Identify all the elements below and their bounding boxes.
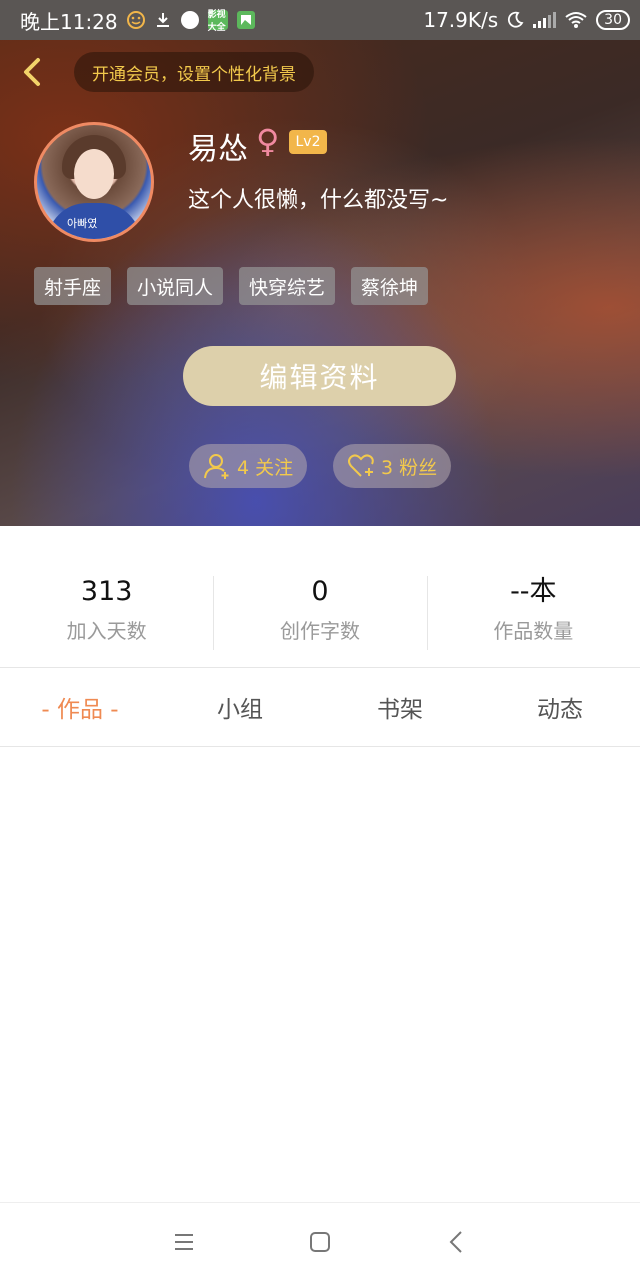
tab-works[interactable]: - 作品 - <box>0 668 160 746</box>
tab-bookshelf[interactable]: 书架 <box>320 668 480 746</box>
stat-words-written: 0 创作字数 <box>213 566 426 652</box>
stat-value: 313 <box>80 575 133 607</box>
tag[interactable]: 小说同人 <box>127 267 224 305</box>
download-icon <box>154 11 172 29</box>
app-notification-icon: 影视大全 <box>207 10 228 33</box>
profile-header: 开通会员，设置个性化背景 아빠였 易怂 ♀ Lv2 这个人很懒，什么都没写~ 射… <box>0 40 640 526</box>
vip-background-prompt[interactable]: 开通会员，设置个性化背景 <box>74 52 314 92</box>
profile-tabs: - 作品 - 小组 书架 动态 <box>0 668 640 746</box>
signal-icon <box>532 11 557 29</box>
tag[interactable]: 蔡徐坤 <box>351 267 429 305</box>
following-count: 4 关注 <box>237 456 294 479</box>
back-chevron-icon <box>24 58 40 86</box>
fans-button[interactable]: 3 粉丝 <box>333 444 452 488</box>
edit-profile-button[interactable]: 编辑资料 <box>183 346 456 406</box>
system-back-button[interactable] <box>438 1224 474 1260</box>
tag[interactable]: 射手座 <box>34 267 112 305</box>
tab-groups[interactable]: 小组 <box>160 668 320 746</box>
profile-bio: 这个人很懒，什么都没写~ <box>188 188 449 213</box>
image-notification-icon <box>236 10 256 30</box>
stat-label: 创作字数 <box>279 618 360 643</box>
fans-count: 3 粉丝 <box>381 456 438 479</box>
tab-activity[interactable]: 动态 <box>480 668 640 746</box>
home-square-icon <box>310 1232 330 1252</box>
circle-notification-icon <box>180 10 200 30</box>
status-bar: 晚上11:28 影视大全 17.9K/s 30 <box>0 0 640 40</box>
avatar[interactable]: 아빠였 <box>34 122 154 242</box>
profile-stats: 313 加入天数 0 创作字数 --本 作品数量 <box>0 566 640 652</box>
stat-days-joined: 313 加入天数 <box>0 566 213 652</box>
avatar-shirt-text: 아빠였 <box>67 217 98 230</box>
female-gender-icon: ♀ <box>256 122 280 160</box>
wifi-icon <box>564 11 588 29</box>
user-plus-icon <box>204 454 229 479</box>
network-speed: 17.9K/s <box>423 8 499 32</box>
tag[interactable]: 快穿综艺 <box>239 267 336 305</box>
stat-label: 作品数量 <box>493 618 574 643</box>
home-button[interactable] <box>302 1224 338 1260</box>
stat-value: 0 <box>311 575 329 607</box>
heart-plus-icon <box>348 454 374 477</box>
face-icon <box>126 10 146 30</box>
system-nav-bar <box>0 1202 640 1281</box>
battery-icon: 30 <box>596 10 630 30</box>
back-button[interactable] <box>14 54 50 90</box>
avatar-face <box>74 149 114 199</box>
status-time: 晚上11:28 <box>20 9 118 34</box>
level-badge: Lv2 <box>289 130 327 154</box>
menu-icon <box>175 1234 193 1250</box>
menu-button[interactable] <box>166 1224 202 1260</box>
stat-label: 加入天数 <box>66 618 147 643</box>
stat-works-count: --本 作品数量 <box>426 566 640 652</box>
back-triangle-icon <box>449 1231 462 1253</box>
divider <box>0 746 640 747</box>
following-button[interactable]: 4 关注 <box>189 444 308 488</box>
profile-name: 易怂 <box>188 132 248 167</box>
moon-icon <box>506 11 524 29</box>
profile-tags: 射手座 小说同人 快穿综艺 蔡徐坤 <box>34 267 429 305</box>
stat-value: --本 <box>510 575 557 607</box>
